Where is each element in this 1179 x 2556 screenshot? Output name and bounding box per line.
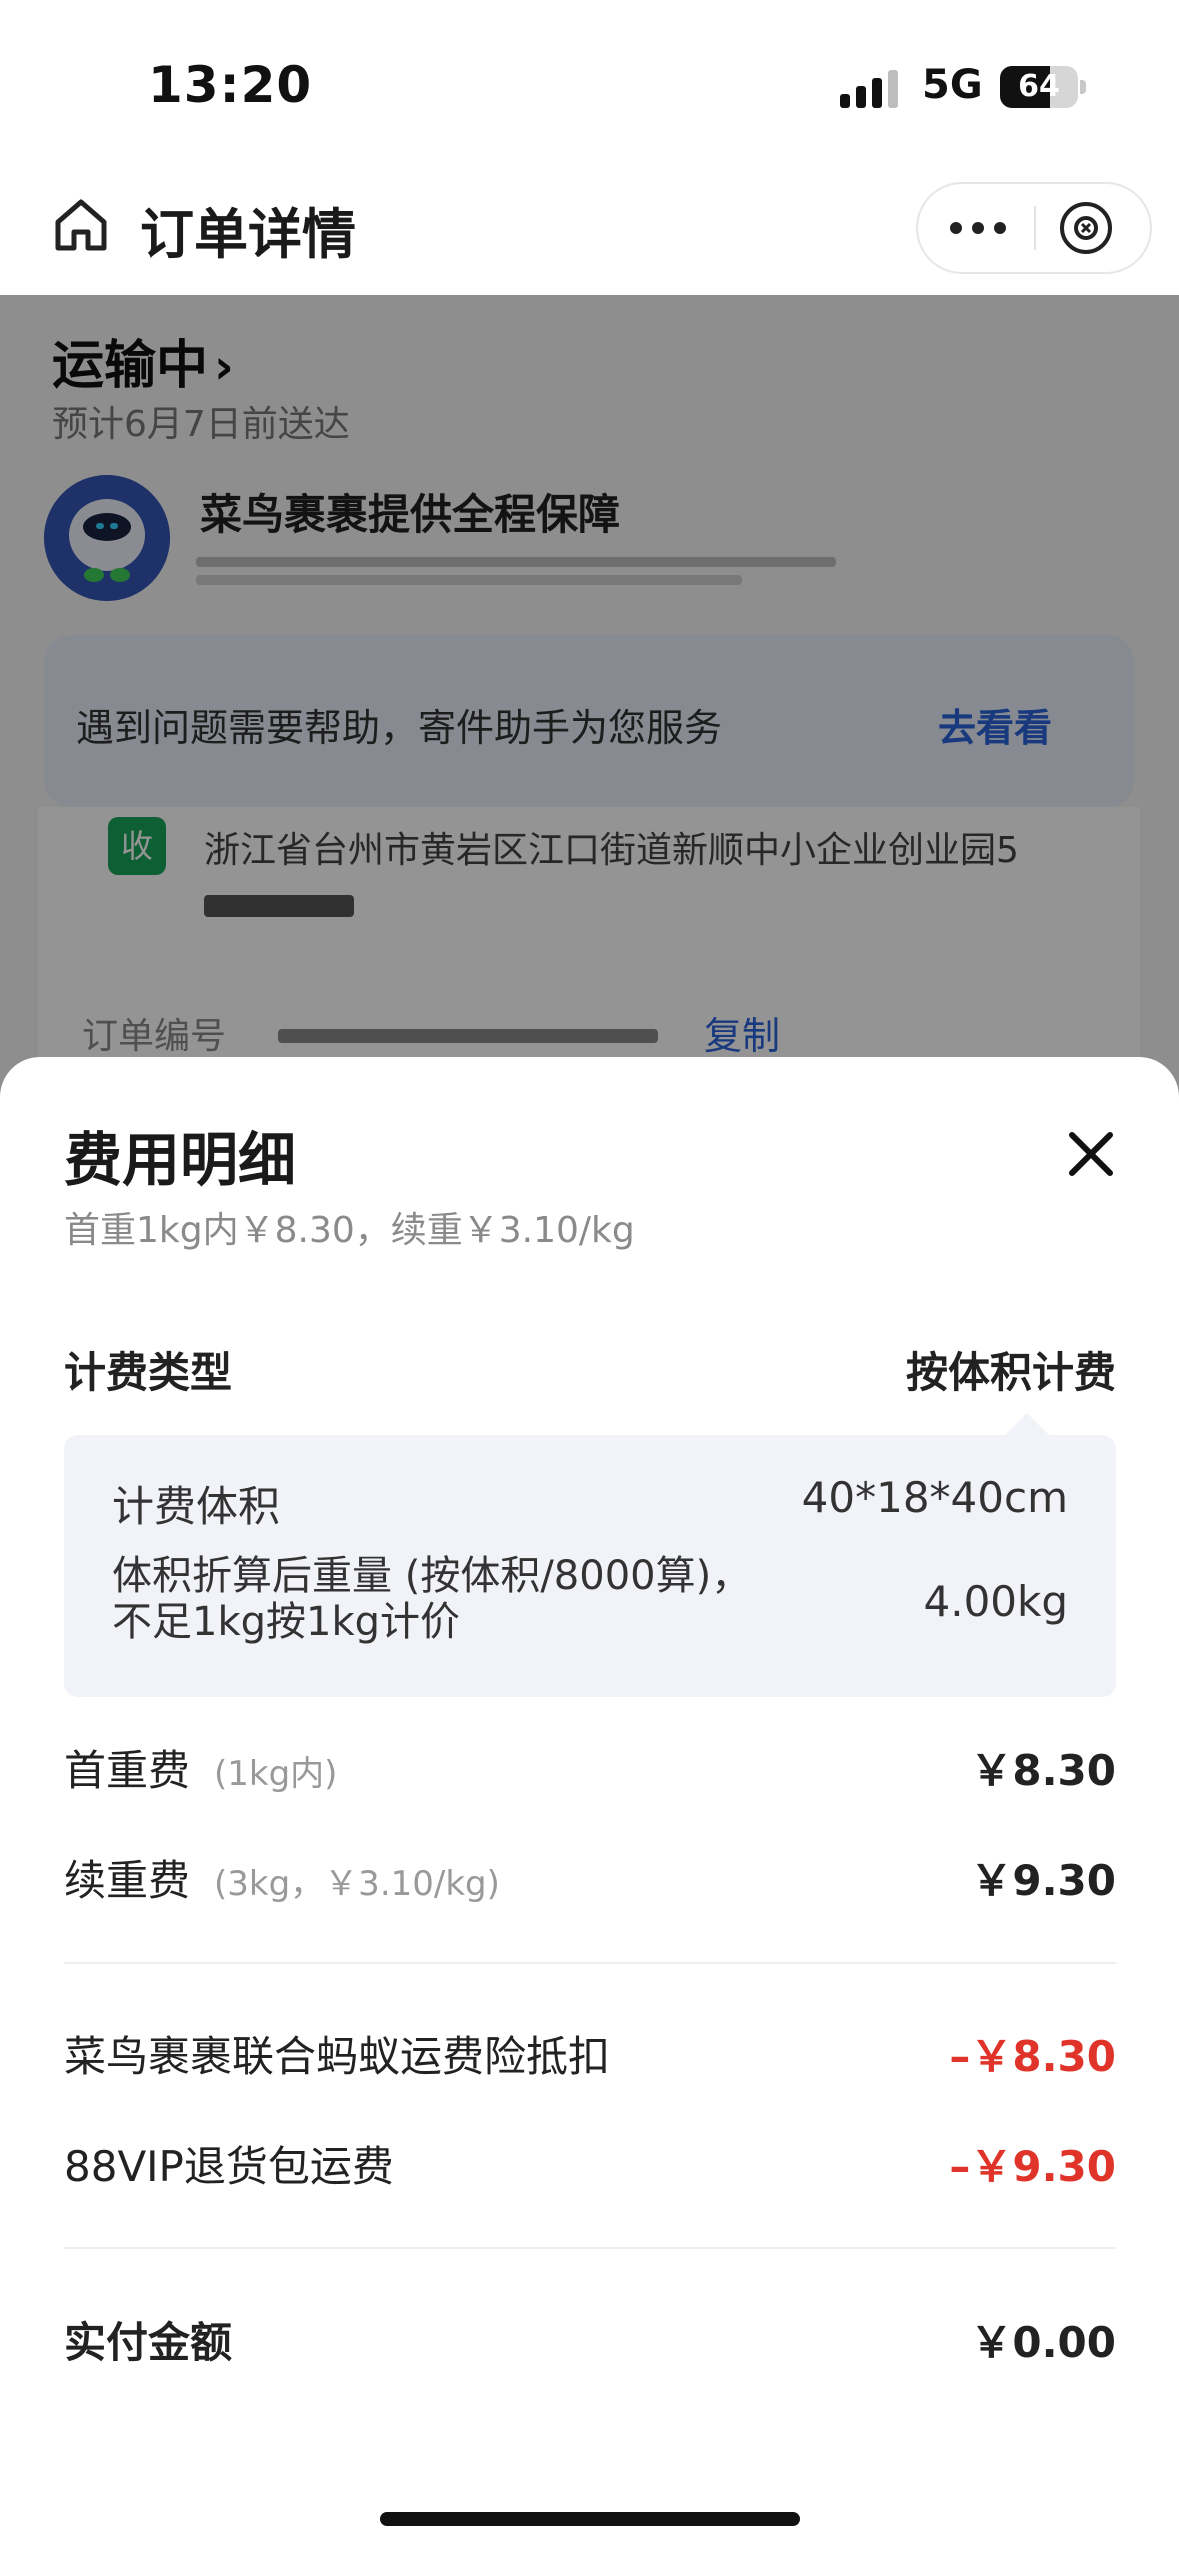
billing-type-row: 计费类型 按体积计费 [64, 1339, 1116, 1399]
vip-row: 88VIP退货包运费 –￥9.30 [64, 2133, 1116, 2193]
insurance-value: –￥8.30 [949, 2032, 1116, 2081]
nav-bar: 订单详情 [0, 170, 1179, 295]
vip-label: 88VIP退货包运费 [64, 2142, 394, 2191]
first-weight-label-text: 首重费 [64, 1746, 191, 1795]
total-label: 实付金额 [64, 2318, 233, 2367]
extra-weight-label-text: 续重费 [64, 1856, 191, 1905]
first-weight-value: ￥8.30 [970, 1746, 1116, 1795]
volume-value: 40*18*40cm [801, 1473, 1068, 1522]
extra-weight-label: 续重费 (3kg，￥3.10/kg) [64, 1847, 500, 1908]
billing-type-label: 计费类型 [64, 1348, 233, 1397]
extra-weight-row: 续重费 (3kg，￥3.10/kg) ￥9.30 [64, 1847, 1116, 1907]
volume-label: 计费体积 [112, 1482, 281, 1531]
home-icon[interactable] [50, 194, 112, 256]
capsule-divider [1034, 206, 1036, 250]
converted-weight-value: 4.00kg [923, 1577, 1069, 1626]
status-time: 13:20 [148, 56, 313, 114]
extra-weight-value: ￥9.30 [970, 1856, 1116, 1905]
close-icon[interactable] [1060, 1123, 1122, 1185]
billing-type-value: 按体积计费 [905, 1348, 1116, 1397]
total-row: 实付金额 ￥0.00 [64, 2309, 1116, 2369]
close-circle-icon[interactable] [1058, 200, 1114, 256]
vip-value: –￥9.30 [949, 2142, 1116, 2191]
signal-icon [840, 70, 898, 108]
home-indicator[interactable] [380, 2512, 800, 2526]
insurance-row: 菜鸟裹裹联合蚂蚁运费险抵扣 –￥8.30 [64, 2023, 1116, 2083]
fee-detail-sheet: 费用明细 首重1kg内￥8.30，续重￥3.10/kg 计费类型 按体积计费 计… [0, 1057, 1179, 2556]
battery-icon: 64 [1000, 66, 1086, 108]
mini-program-capsule [916, 182, 1152, 274]
sheet-subtitle: 首重1kg内￥8.30，续重￥3.10/kg [64, 1210, 635, 1251]
first-weight-note: (1kg内) [214, 1754, 338, 1794]
extra-weight-note: (3kg，￥3.10/kg) [214, 1864, 500, 1904]
total-value: ￥0.00 [970, 2318, 1116, 2367]
volume-box: 计费体积 40*18*40cm 体积折算后重量 (按体积/8000算)，不足1k… [64, 1435, 1116, 1697]
converted-weight-label: 体积折算后重量 (按体积/8000算)，不足1kg按1kg计价 [112, 1553, 752, 1645]
first-weight-label: 首重费 (1kg内) [64, 1737, 337, 1798]
divider [64, 1962, 1116, 1964]
network-type: 5G [922, 62, 983, 108]
insurance-label: 菜鸟裹裹联合蚂蚁运费险抵扣 [64, 2032, 611, 2081]
status-bar: 13:20 5G 64 [0, 0, 1179, 170]
battery-level: 64 [1018, 69, 1060, 104]
sheet-title: 费用明细 [64, 1126, 297, 1194]
volume-box-caret [1005, 1413, 1049, 1435]
first-weight-row: 首重费 (1kg内) ￥8.30 [64, 1737, 1116, 1797]
more-icon[interactable] [918, 184, 1034, 272]
page-title: 订单详情 [140, 203, 356, 266]
divider [64, 2247, 1116, 2249]
screen: 13:20 5G 64 订单详情 运输中 › 预计6月7日前送达 菜鸟裹裹提供全… [0, 0, 1179, 2556]
